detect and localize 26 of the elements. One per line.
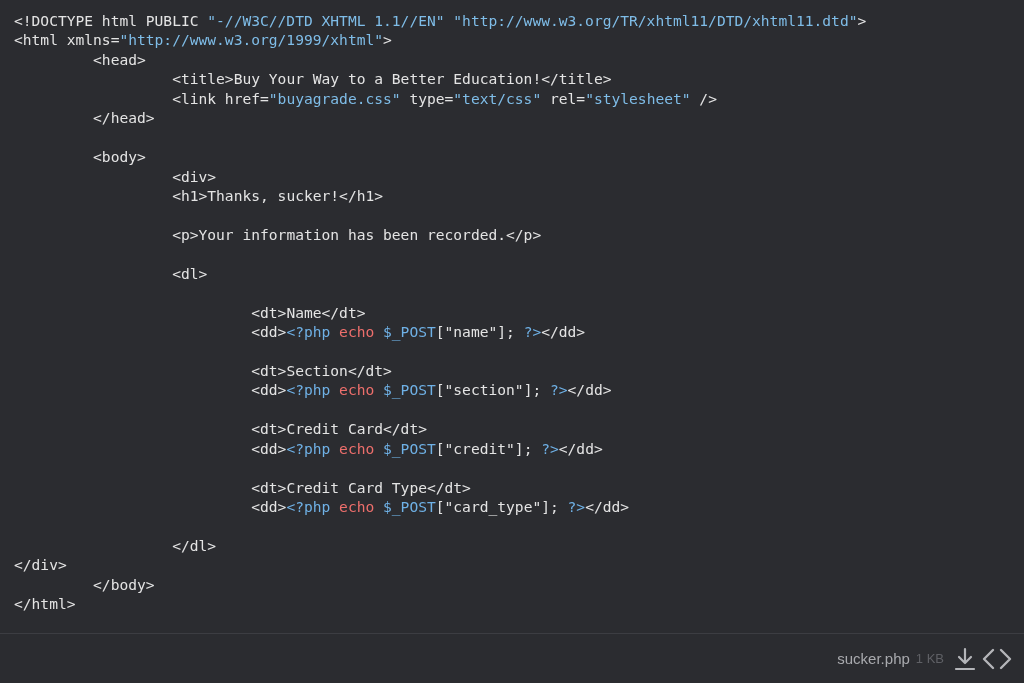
code-line: <h1>Thanks, sucker!</h1>	[171, 185, 384, 206]
code-brackets-icon[interactable]	[982, 646, 1012, 671]
code-line: <dt>Name</dt>	[250, 302, 366, 322]
code-line: <dd><?php echo $_POST["section"]; ?></dd>	[250, 380, 612, 400]
code-line: <!DOCTYPE html PUBLIC "-//W3C//DTD XHTML 1.1//EN" "http://www.w3.org/TR/xhtml11/DTD/xhtml11.dtd">	[14, 11, 867, 31]
code-line: <dd><?php echo $_POST["credit"]; ?></dd>	[250, 438, 603, 459]
code-line: </html>	[14, 594, 76, 614]
download-icon[interactable]	[954, 646, 976, 671]
code-line: <p>Your information has been recorded.</p>	[171, 224, 542, 245]
file-name: sucker.php	[837, 650, 910, 667]
code-line: </div>	[14, 555, 67, 575]
code-line: </head>	[92, 108, 155, 128]
code-line: <dt>Section</dt>	[250, 360, 392, 381]
code-line: </dl>	[171, 535, 217, 556]
code-line: <div>	[171, 166, 217, 186]
code-line: <dd><?php echo $_POST["name"]; ?></dd>	[250, 322, 586, 342]
code-line: <dt>Credit Card Type</dt>	[250, 477, 471, 497]
code-line: <html xmlns="http://www.w3.org/1999/xhtml">	[14, 30, 392, 50]
code-line: <dt>Credit Card</dt>	[250, 419, 427, 439]
code-line: </body>	[92, 574, 155, 595]
code-line: <link href="buyagrade.css" type="text/css" rel="stylesheet" />	[171, 88, 717, 109]
code-line: <dl>	[171, 263, 208, 284]
code-line: <dd><?php echo $_POST["card_type"]; ?></dd>	[250, 496, 630, 517]
code-line: <head>	[92, 49, 146, 70]
code-line: <title>Buy Your Way to a Better Education!</title>	[171, 69, 612, 89]
code-line: <body>	[92, 147, 146, 167]
